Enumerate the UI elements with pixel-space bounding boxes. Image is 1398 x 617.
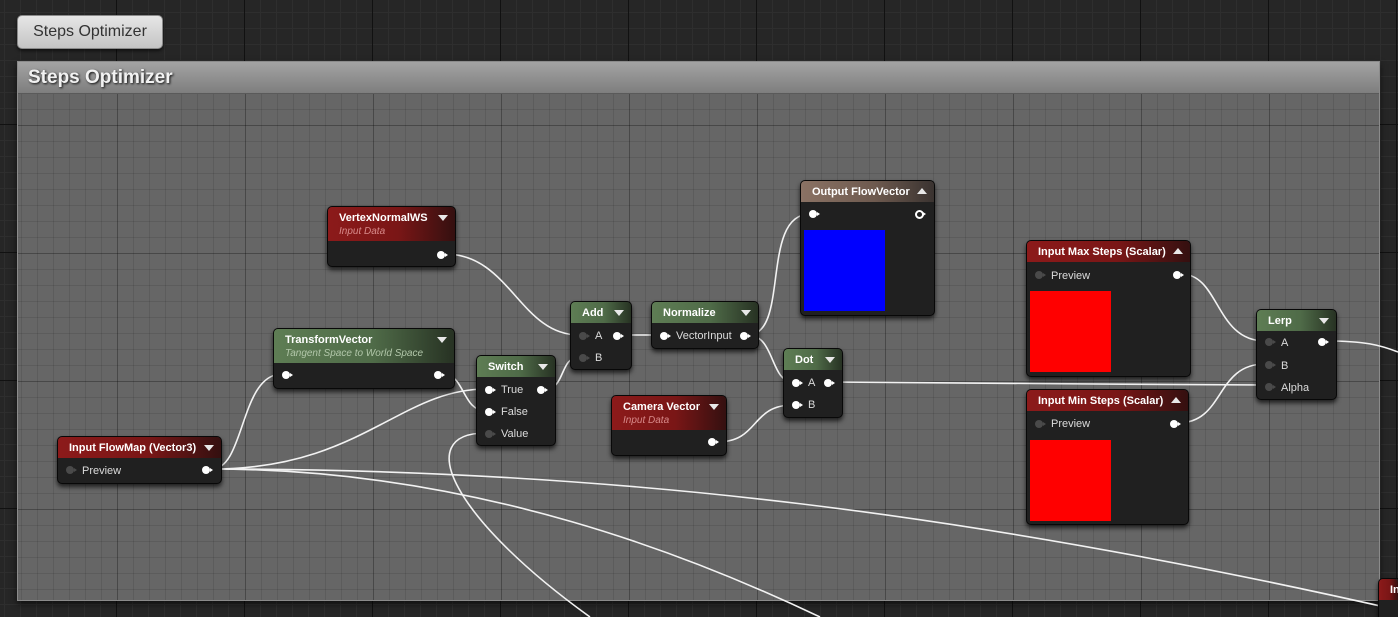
collapse-arrow-icon[interactable] [614, 310, 624, 316]
pin-empty-icon[interactable] [66, 466, 77, 475]
pin-connected-icon[interactable] [1170, 420, 1181, 429]
node-output-flowvector[interactable]: Output FlowVector [800, 180, 935, 316]
collapse-arrow-icon[interactable] [204, 445, 214, 451]
preview-swatch [1030, 440, 1111, 521]
node-title: Output FlowVector [812, 186, 910, 198]
node-input-max-steps[interactable]: Input Max Steps (Scalar) Preview [1026, 240, 1191, 377]
pin-connected-icon[interactable] [824, 379, 835, 388]
pin-label-alpha: Alpha [1281, 382, 1310, 394]
node-offscreen-input[interactable]: In [1378, 578, 1398, 617]
node-vertex-normal-ws[interactable]: VertexNormalWS Input Data [327, 206, 456, 267]
node-title: Camera Vector [623, 401, 701, 413]
node-normalize[interactable]: Normalize VectorInput [651, 301, 759, 349]
pin-label-vectorinput: VectorInput [676, 330, 732, 342]
pin-label-preview: Preview [1051, 418, 1091, 430]
pin-empty-icon[interactable] [485, 430, 496, 439]
pin-connected-icon[interactable] [708, 438, 719, 447]
collapse-arrow-icon[interactable] [1319, 318, 1329, 324]
preview-swatch [1030, 291, 1111, 372]
pin-empty-icon[interactable] [1035, 271, 1046, 280]
pin-label-false: False [501, 406, 528, 418]
node-subtitle: Input Data [623, 415, 670, 426]
comment-box-title[interactable]: Steps Optimizer [18, 62, 1379, 94]
node-title: Input FlowMap (Vector3) [69, 442, 197, 454]
collapse-arrow-icon[interactable] [538, 364, 548, 370]
pin-connected-icon[interactable] [485, 386, 496, 395]
node-title: Input Max Steps (Scalar) [1038, 246, 1166, 258]
pin-output-icon[interactable] [915, 210, 926, 219]
node-transform-vector[interactable]: TransformVector Tangent Space to World S… [273, 328, 455, 389]
pin-label-preview: Preview [1051, 270, 1091, 282]
expand-arrow-icon[interactable] [917, 188, 927, 194]
expand-arrow-icon[interactable] [1173, 248, 1183, 254]
pin-label-a: A [808, 377, 816, 389]
expand-arrow-icon[interactable] [1171, 397, 1181, 403]
pin-connected-icon[interactable] [660, 332, 671, 341]
node-title: In [1390, 584, 1398, 596]
node-input-min-steps[interactable]: Input Min Steps (Scalar) Preview [1026, 389, 1189, 525]
pin-connected-icon[interactable] [1318, 338, 1329, 347]
node-subtitle: Tangent Space to World Space [285, 348, 424, 359]
pin-connected-icon[interactable] [613, 332, 624, 341]
pin-empty-icon[interactable] [579, 332, 590, 341]
node-input-flowmap[interactable]: Input FlowMap (Vector3) Preview [57, 436, 222, 484]
pin-connected-icon[interactable] [485, 408, 496, 417]
pin-empty-icon[interactable] [579, 354, 590, 363]
pin-label-preview: Preview [82, 465, 122, 477]
pin-label-b: B [1281, 360, 1289, 372]
pin-connected-icon[interactable] [537, 386, 548, 395]
pin-connected-icon[interactable] [792, 401, 803, 410]
pin-empty-icon[interactable] [1265, 383, 1276, 392]
collapse-arrow-icon[interactable] [825, 357, 835, 363]
node-title: VertexNormalWS [339, 212, 428, 224]
node-lerp[interactable]: Lerp A B Alpha [1256, 309, 1337, 400]
pin-empty-icon[interactable] [1265, 338, 1276, 347]
node-title: Dot [795, 354, 814, 366]
preview-swatch [804, 230, 885, 311]
collapse-arrow-icon[interactable] [709, 404, 719, 410]
pin-empty-icon[interactable] [1265, 361, 1276, 370]
node-title: Lerp [1268, 315, 1292, 327]
pin-label-b: B [808, 399, 816, 411]
collapse-arrow-icon[interactable] [437, 337, 447, 343]
node-switch[interactable]: Switch True False Value [476, 355, 556, 446]
collapse-arrow-icon[interactable] [741, 310, 751, 316]
pin-label-a: A [595, 330, 603, 342]
pin-connected-icon[interactable] [202, 466, 213, 475]
pin-connected-icon[interactable] [1173, 271, 1184, 280]
pin-connected-icon[interactable] [740, 332, 751, 341]
pin-label-true: True [501, 384, 524, 396]
pin-label-b: B [595, 352, 603, 364]
node-add[interactable]: Add A B [570, 301, 632, 370]
node-title: TransformVector [285, 334, 373, 346]
pin-label-a: A [1281, 337, 1289, 349]
collapse-arrow-icon[interactable] [438, 215, 448, 221]
node-title: Add [582, 307, 604, 319]
pin-connected-icon[interactable] [437, 251, 448, 260]
node-dot[interactable]: Dot A B [783, 348, 843, 418]
pin-connected-icon[interactable] [434, 371, 445, 380]
comment-bubble[interactable]: Steps Optimizer [17, 15, 163, 49]
node-title: Switch [488, 361, 524, 373]
pin-connected-icon[interactable] [792, 379, 803, 388]
node-title: Input Min Steps (Scalar) [1038, 395, 1164, 407]
pin-label-value: Value [501, 428, 529, 440]
pin-connected-icon[interactable] [282, 371, 293, 380]
node-camera-vector[interactable]: Camera Vector Input Data [611, 395, 727, 456]
pin-connected-icon[interactable] [809, 210, 820, 219]
pin-empty-icon[interactable] [1035, 420, 1046, 429]
node-subtitle: Input Data [339, 226, 386, 237]
node-title: Normalize [663, 307, 716, 319]
